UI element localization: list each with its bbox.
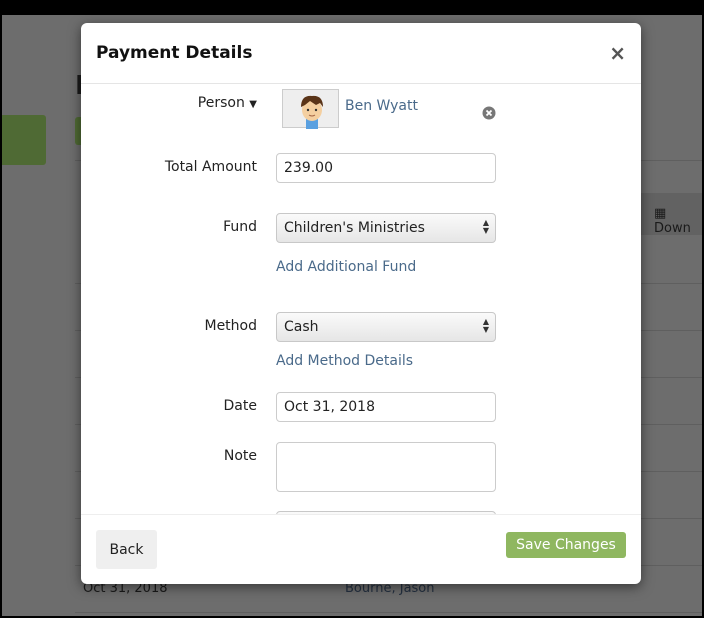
payment-details-modal: Payment Details × Person ▼ Ben Wyatt Tot… <box>81 23 641 584</box>
select-arrows-icon: ▲ ▼ <box>482 317 489 334</box>
person-name-link[interactable]: Ben Wyatt <box>345 98 418 114</box>
total-amount-label: Total Amount <box>164 159 257 175</box>
total-amount-input[interactable]: 239.00 <box>276 153 496 183</box>
date-label: Date <box>223 398 257 414</box>
back-button[interactable]: Back <box>96 530 157 569</box>
remove-person-icon[interactable] <box>482 106 496 120</box>
fund-label: Fund <box>223 219 257 235</box>
caret-down-icon: ▼ <box>249 99 257 110</box>
bg-green-button <box>2 115 46 165</box>
save-changes-button[interactable]: Save Changes <box>506 532 626 558</box>
note-label: Note <box>223 448 257 464</box>
select-arrows-icon: ▲ ▼ <box>482 218 489 235</box>
modal-footer: Back Save Changes <box>81 514 641 584</box>
close-icon[interactable]: × <box>609 41 626 65</box>
date-input[interactable]: Oct 31, 2018 <box>276 392 496 422</box>
person-dropdown[interactable]: Person ▼ <box>198 95 257 111</box>
download-button: ▦ Down <box>632 193 702 236</box>
add-additional-fund-link[interactable]: Add Additional Fund <box>276 259 416 275</box>
method-select[interactable]: Cash ▲ ▼ <box>276 312 496 342</box>
fund-select[interactable]: Children's Ministries ▲ ▼ <box>276 213 496 243</box>
avatar <box>282 89 339 129</box>
note-textarea[interactable] <box>276 442 496 492</box>
modal-title: Payment Details <box>96 43 253 63</box>
add-method-details-link[interactable]: Add Method Details <box>276 353 413 369</box>
method-label: Method <box>204 318 257 334</box>
modal-body[interactable]: Person ▼ Ben Wyatt Total Amount 239.00 F… <box>81 85 641 514</box>
